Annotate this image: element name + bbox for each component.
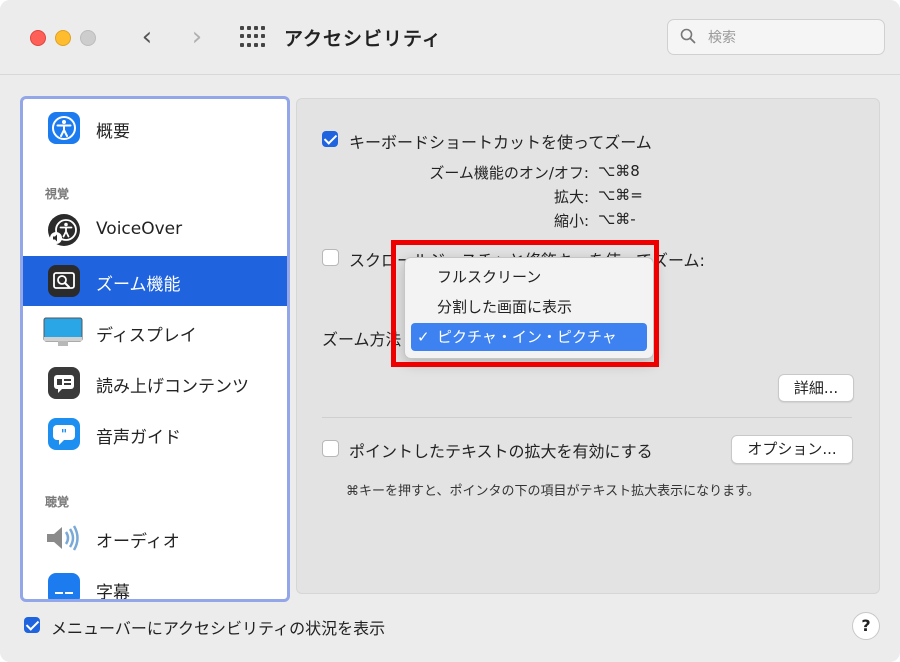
captions-icon (48, 573, 80, 599)
keyboard-shortcut-checkbox[interactable] (322, 131, 338, 147)
speaker-icon (47, 525, 79, 551)
sidebar-item-label: ズーム機能 (96, 275, 181, 295)
sidebar-item-voiceover[interactable]: VoiceOver (23, 205, 287, 255)
title-bar: ‹ › アクセシビリティ (0, 0, 900, 75)
zoom-window-button[interactable] (80, 30, 96, 46)
search-field[interactable] (667, 19, 885, 55)
hover-text-hint: ⌘キーを押すと、ポインタの下の項目がテキスト拡大表示になります。 (346, 484, 760, 499)
close-window-button[interactable] (30, 30, 46, 46)
sidebar: 概要 視覚 VoiceOver ズーム機能 ディスプレイ 読み上げコンテンツ "… (20, 96, 290, 602)
zoom-icon (48, 265, 80, 297)
show-all-grid-icon[interactable] (240, 26, 266, 48)
menubar-status-label: メニューバーにアクセシビリティの状況を表示 (51, 619, 386, 638)
sidebar-item-overview[interactable]: 概要 (23, 103, 287, 153)
shortcut-toggle-label: ズーム機能のオン/オフ: (429, 164, 589, 182)
help-button[interactable]: ? (852, 612, 880, 640)
scroll-gesture-checkbox[interactable] (322, 249, 339, 266)
system-preferences-window: ‹ › アクセシビリティ 概要 視覚 (0, 0, 900, 662)
shortcut-zoom-out-keys: ⌥⌘- (598, 210, 636, 228)
sidebar-item-audio[interactable]: オーディオ (23, 513, 287, 563)
hover-text-checkbox[interactable] (322, 440, 339, 457)
shortcut-toggle-keys: ⌥⌘8 (598, 162, 640, 180)
hover-text-label: ポイントしたテキストの拡大を有効にする (349, 442, 653, 461)
shortcut-zoom-in-keys: ⌥⌘= (598, 186, 643, 204)
details-button[interactable]: 詳細... (778, 374, 854, 402)
keyboard-shortcut-label: キーボードショートカットを使ってズーム (349, 133, 652, 152)
sidebar-item-label: オーディオ (96, 532, 180, 552)
menubar-status-checkbox[interactable] (24, 617, 40, 633)
search-icon (680, 28, 696, 44)
sidebar-item-label: ディスプレイ (96, 326, 197, 346)
back-chevron-icon[interactable]: ‹ (134, 22, 160, 52)
annotation-highlight-box (391, 240, 659, 367)
forward-chevron-icon[interactable]: › (184, 22, 210, 52)
sidebar-item-spoken-content[interactable]: 読み上げコンテンツ (23, 358, 287, 408)
sidebar-item-label: 音声ガイド (96, 428, 181, 448)
sidebar-item-descriptions[interactable]: " 音声ガイド (23, 409, 287, 459)
sidebar-item-display[interactable]: ディスプレイ (23, 307, 287, 357)
section-divider (322, 417, 852, 418)
options-button[interactable]: オプション... (731, 435, 853, 464)
sidebar-section-vision: 視覚 (45, 187, 70, 201)
sidebar-section-hearing: 聴覚 (45, 495, 70, 509)
descriptions-icon: " (48, 418, 80, 450)
shortcut-zoom-out-label: 縮小: (553, 212, 589, 230)
minimize-window-button[interactable] (55, 30, 71, 46)
sidebar-item-captions[interactable]: 字幕 (23, 564, 287, 602)
svg-text:": " (61, 427, 67, 441)
sidebar-item-label: 概要 (96, 122, 130, 142)
spoken-content-icon (48, 367, 80, 399)
window-title: アクセシビリティ (284, 28, 442, 50)
sidebar-item-label: VoiceOver (96, 219, 183, 239)
shortcut-zoom-in-label: 拡大: (553, 188, 589, 206)
display-icon (43, 317, 83, 346)
sidebar-item-label: 字幕 (96, 583, 130, 602)
search-input[interactable] (706, 26, 875, 50)
voiceover-icon (48, 214, 80, 246)
accessibility-icon (48, 112, 80, 144)
sidebar-item-label: 読み上げコンテンツ (96, 377, 249, 397)
zoom-style-label: ズーム方法 (322, 330, 402, 349)
sidebar-item-zoom[interactable]: ズーム機能 (23, 256, 287, 306)
